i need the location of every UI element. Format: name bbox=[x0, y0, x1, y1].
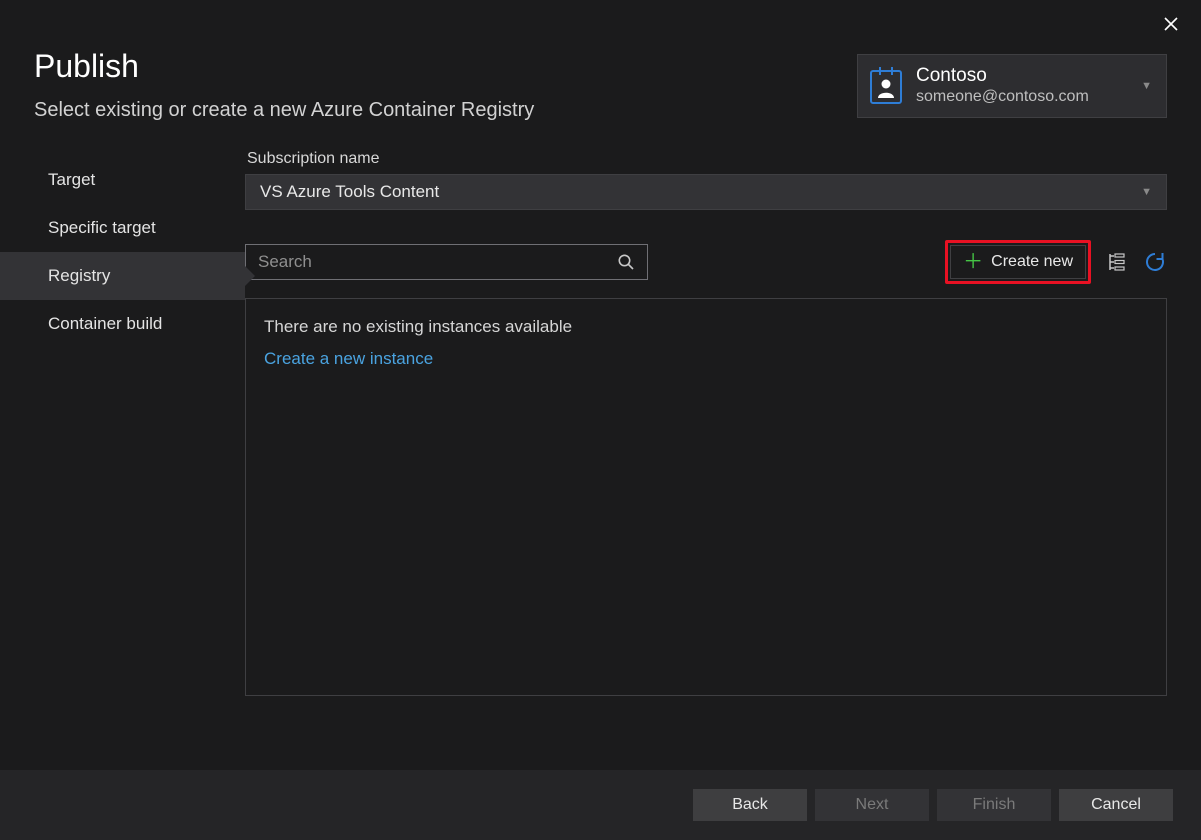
sidebar-item-container-build[interactable]: Container build bbox=[0, 300, 245, 348]
create-new-button[interactable]: ＋ Create new bbox=[950, 245, 1086, 279]
close-icon bbox=[1163, 12, 1179, 37]
dialog-footer: Back Next Finish Cancel bbox=[0, 770, 1201, 840]
account-selector[interactable]: Contoso someone@contoso.com ▼ bbox=[857, 54, 1167, 118]
plus-icon: ＋ bbox=[963, 252, 983, 272]
sidebar-item-registry[interactable]: Registry bbox=[0, 252, 245, 300]
sidebar-item-label: Specific target bbox=[48, 218, 156, 237]
sidebar-item-label: Registry bbox=[48, 266, 110, 285]
finish-button: Finish bbox=[937, 789, 1051, 821]
subscription-label: Subscription name bbox=[247, 150, 1167, 168]
subscription-selected-value: VS Azure Tools Content bbox=[260, 182, 439, 202]
subscription-select[interactable]: VS Azure Tools Content ▼ bbox=[245, 174, 1167, 210]
create-new-label: Create new bbox=[991, 253, 1073, 271]
sidebar-item-target[interactable]: Target bbox=[0, 156, 245, 204]
publish-dialog: Publish Select existing or create a new … bbox=[0, 0, 1201, 840]
tree-view-icon bbox=[1107, 252, 1127, 272]
close-button[interactable] bbox=[1163, 14, 1179, 36]
page-subtitle: Select existing or create a new Azure Co… bbox=[34, 99, 857, 122]
header-left: Publish Select existing or create a new … bbox=[34, 48, 857, 122]
account-name: Contoso bbox=[916, 66, 1131, 87]
search-input[interactable] bbox=[258, 252, 617, 272]
create-new-highlight: ＋ Create new bbox=[945, 240, 1091, 284]
account-email: someone@contoso.com bbox=[916, 87, 1131, 106]
search-icon bbox=[617, 253, 635, 271]
account-badge-icon bbox=[868, 64, 904, 108]
back-button[interactable]: Back bbox=[693, 789, 807, 821]
search-box[interactable] bbox=[245, 244, 648, 280]
chevron-down-icon: ▼ bbox=[1141, 80, 1152, 92]
empty-message: There are no existing instances availabl… bbox=[264, 317, 1148, 337]
cancel-button[interactable]: Cancel bbox=[1059, 789, 1173, 821]
next-button: Next bbox=[815, 789, 929, 821]
tree-view-button[interactable] bbox=[1105, 250, 1129, 274]
create-instance-link[interactable]: Create a new instance bbox=[264, 349, 433, 369]
dialog-body: Target Specific target Registry Containe… bbox=[0, 122, 1201, 696]
sidebar-item-label: Container build bbox=[48, 314, 162, 333]
refresh-icon bbox=[1144, 251, 1166, 273]
sidebar-item-specific-target[interactable]: Specific target bbox=[0, 204, 245, 252]
page-title: Publish bbox=[34, 48, 857, 85]
account-text: Contoso someone@contoso.com bbox=[916, 66, 1131, 106]
chevron-down-icon: ▼ bbox=[1141, 186, 1152, 198]
main-panel: Subscription name VS Azure Tools Content… bbox=[245, 146, 1167, 696]
refresh-button[interactable] bbox=[1143, 250, 1167, 274]
dialog-header: Publish Select existing or create a new … bbox=[0, 0, 1201, 122]
results-panel: There are no existing instances availabl… bbox=[245, 298, 1167, 696]
sidebar-item-label: Target bbox=[48, 170, 95, 189]
search-toolbar: ＋ Create new bbox=[245, 240, 1167, 284]
sidebar: Target Specific target Registry Containe… bbox=[0, 146, 245, 696]
